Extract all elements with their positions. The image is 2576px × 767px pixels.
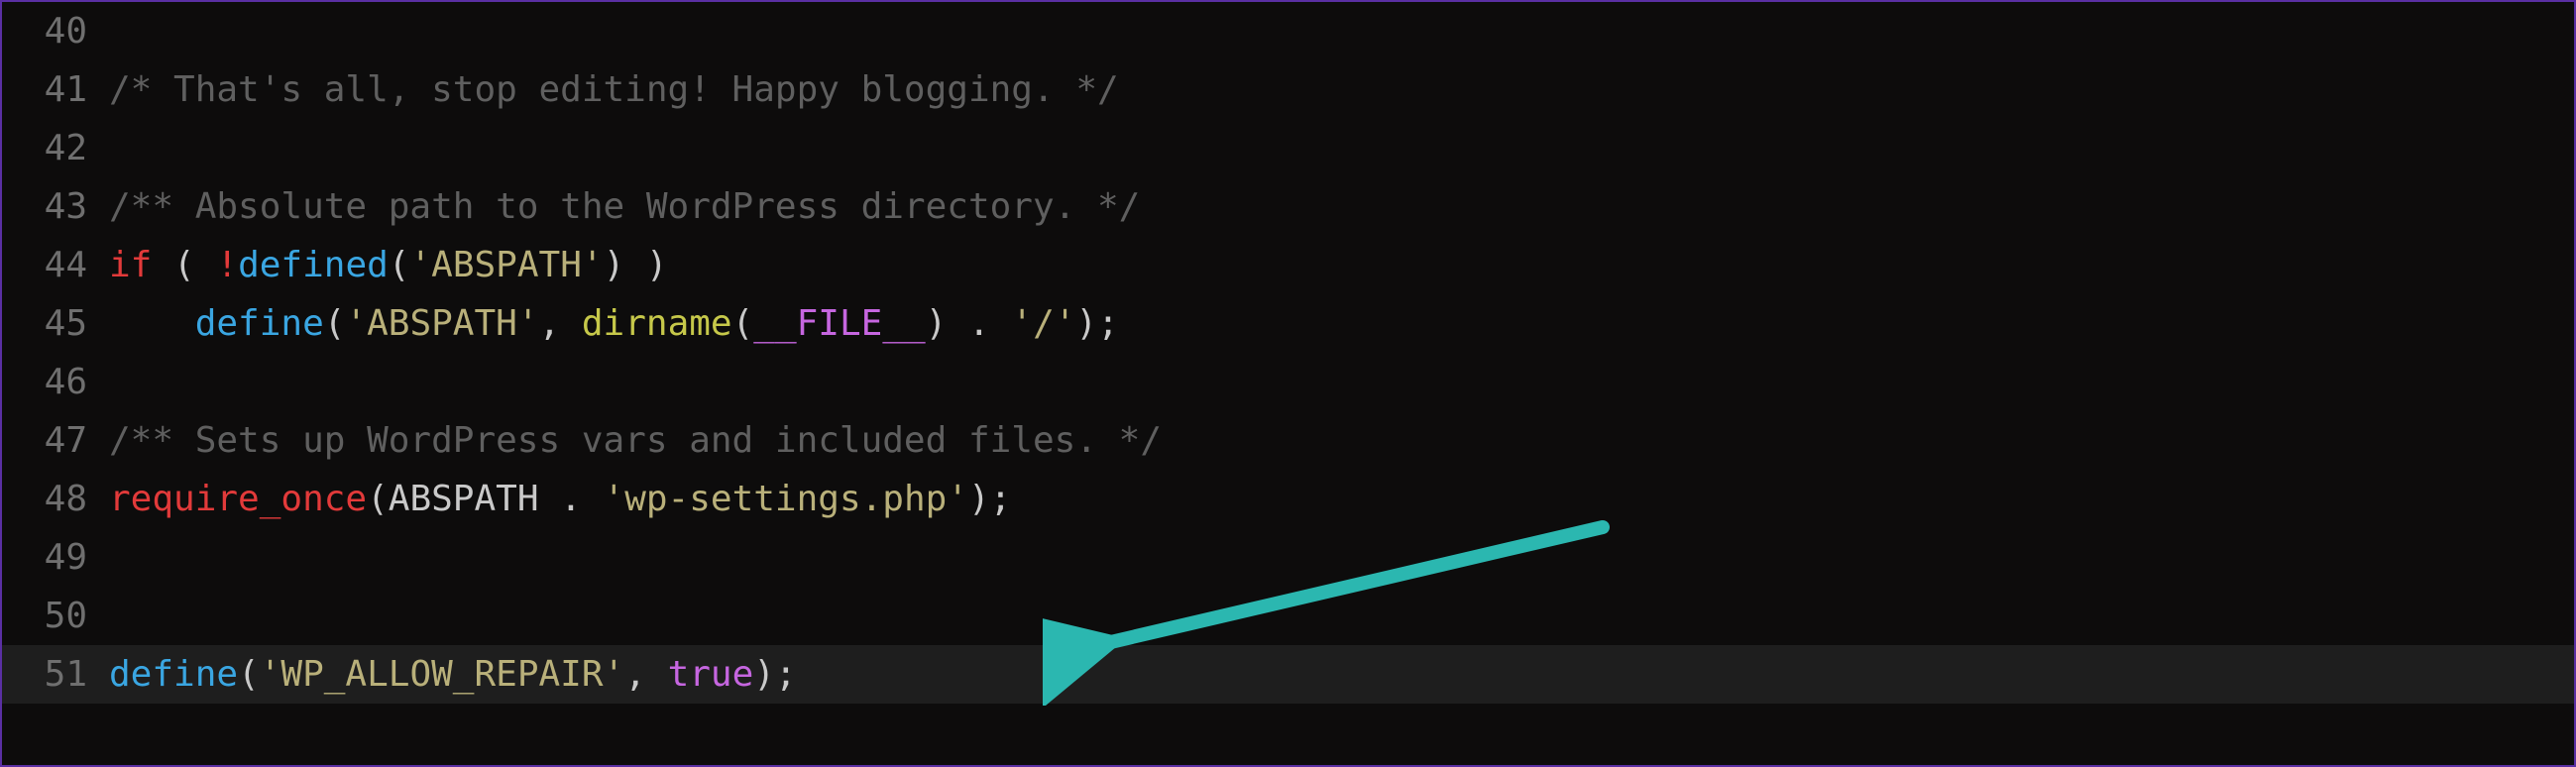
punct-token: ( xyxy=(389,245,410,285)
punct-token: ) xyxy=(604,245,625,285)
code-line[interactable]: 41 /* That's all, stop editing! Happy bl… xyxy=(2,60,2574,119)
keyword-token: require_once xyxy=(109,479,367,519)
comment-token: /** Sets up WordPress vars and included … xyxy=(109,420,1162,461)
line-number: 45 xyxy=(2,303,101,344)
punct-token: ( xyxy=(152,245,216,285)
function-token: defined xyxy=(238,245,389,285)
code-content: define('WP_ALLOW_REPAIR', true); xyxy=(101,654,2574,695)
code-content: /** Absolute path to the WordPress direc… xyxy=(101,186,2574,227)
code-line[interactable]: 47 /** Sets up WordPress vars and includ… xyxy=(2,411,2574,470)
constant-token: __FILE__ xyxy=(753,303,925,344)
string-token: '/' xyxy=(1011,303,1075,344)
code-line-active[interactable]: 51 define('WP_ALLOW_REPAIR', true); xyxy=(2,645,2574,704)
punct-token: , xyxy=(539,303,582,344)
punct-token: ); xyxy=(1075,303,1118,344)
code-line[interactable]: 48 require_once(ABSPATH . 'wp-settings.p… xyxy=(2,470,2574,528)
string-token: 'wp-settings.php' xyxy=(604,479,968,519)
code-line[interactable]: 43 /** Absolute path to the WordPress di… xyxy=(2,177,2574,236)
line-number: 48 xyxy=(2,479,101,519)
string-token: 'ABSPATH' xyxy=(409,245,603,285)
plain-token: ABSPATH xyxy=(389,479,539,519)
string-token: 'ABSPATH' xyxy=(345,303,538,344)
code-content: /* That's all, stop editing! Happy blogg… xyxy=(101,69,2574,110)
string-token: 'WP_ALLOW_REPAIR' xyxy=(260,654,624,695)
punct-token: ( xyxy=(367,479,389,519)
indent xyxy=(109,303,195,344)
code-line[interactable]: 49 xyxy=(2,528,2574,587)
code-editor[interactable]: 40 41 /* That's all, stop editing! Happy… xyxy=(0,0,2576,767)
code-line[interactable]: 40 xyxy=(2,2,2574,60)
punct-token: ) xyxy=(926,303,948,344)
function-token: define xyxy=(109,654,238,695)
line-number: 42 xyxy=(2,128,101,168)
punct-token: . xyxy=(947,303,1011,344)
punct-token: . xyxy=(539,479,604,519)
code-line[interactable]: 44 if ( !defined('ABSPATH') ) xyxy=(2,236,2574,294)
function-token: define xyxy=(195,303,324,344)
code-line[interactable]: 45 define('ABSPATH', dirname(__FILE__) .… xyxy=(2,294,2574,353)
punct-token: ( xyxy=(732,303,754,344)
keyword-token: if xyxy=(109,245,152,285)
line-number: 40 xyxy=(2,11,101,52)
operator-token: ! xyxy=(216,245,238,285)
code-content: /** Sets up WordPress vars and included … xyxy=(101,420,2574,461)
line-number: 43 xyxy=(2,186,101,227)
punct-token: , xyxy=(624,654,667,695)
comment-token: /** Absolute path to the WordPress direc… xyxy=(109,186,1140,227)
code-content: require_once(ABSPATH . 'wp-settings.php'… xyxy=(101,479,2574,519)
punct-token: ( xyxy=(324,303,346,344)
punct-token: ) xyxy=(624,245,667,285)
boolean-token: true xyxy=(668,654,754,695)
comment-token: /* That's all, stop editing! Happy blogg… xyxy=(109,69,1119,110)
line-number: 49 xyxy=(2,537,101,578)
code-line[interactable]: 50 xyxy=(2,587,2574,645)
line-number: 44 xyxy=(2,245,101,285)
code-line[interactable]: 46 xyxy=(2,353,2574,411)
code-content: if ( !defined('ABSPATH') ) xyxy=(101,245,2574,285)
builtin-token: dirname xyxy=(582,303,732,344)
line-number: 41 xyxy=(2,69,101,110)
code-line[interactable]: 42 xyxy=(2,119,2574,177)
punct-token: ); xyxy=(753,654,796,695)
line-number: 46 xyxy=(2,362,101,402)
line-number: 50 xyxy=(2,596,101,636)
punct-token: ( xyxy=(238,654,260,695)
code-content: define('ABSPATH', dirname(__FILE__) . '/… xyxy=(101,303,2574,344)
punct-token: ); xyxy=(968,479,1011,519)
line-number: 51 xyxy=(2,654,101,695)
line-number: 47 xyxy=(2,420,101,461)
